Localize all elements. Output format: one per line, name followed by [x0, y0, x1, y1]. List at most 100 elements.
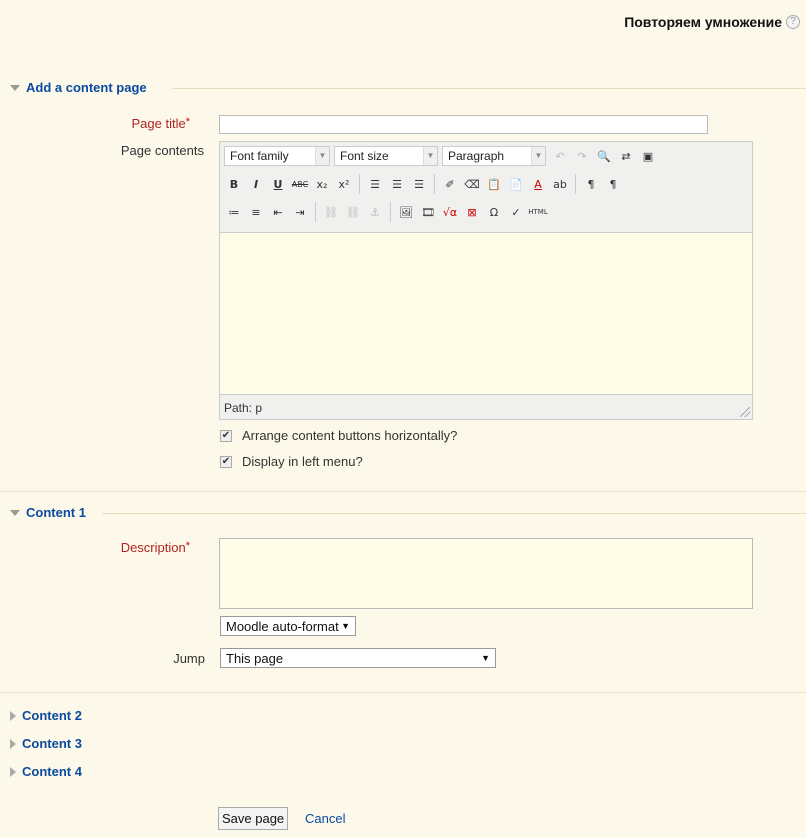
- link-icon[interactable]: ⛓: [321, 202, 341, 222]
- spellcheck-icon[interactable]: ✓: [506, 202, 526, 222]
- redo-icon[interactable]: ↷: [572, 146, 592, 166]
- page-heading-title: Повторяем умножение: [624, 14, 782, 30]
- jump-select-value: This page: [226, 650, 284, 666]
- rich-text-editor: Font family ▼ Font size ▼ Paragraph ▼ ↶ ↷ 🔍…: [219, 141, 753, 420]
- resize-handle-icon[interactable]: [740, 407, 750, 417]
- media-icon[interactable]: 🎞: [418, 202, 438, 222]
- page-title-label: Page title*: [0, 116, 190, 131]
- numbered-list-icon[interactable]: ≡: [246, 202, 266, 222]
- editor-content-area[interactable]: [220, 232, 752, 395]
- section-content-2-title: Content 2: [22, 708, 82, 723]
- unlink-icon[interactable]: ⛓: [343, 202, 363, 222]
- description-textarea[interactable]: [219, 538, 753, 609]
- nolink-icon[interactable]: ⊠: [462, 202, 482, 222]
- font-size-select[interactable]: Font size ▼: [334, 146, 438, 166]
- font-family-value: Font family: [230, 149, 289, 163]
- format-select-value: Moodle auto-format: [226, 618, 339, 634]
- italic-icon[interactable]: I: [246, 174, 266, 194]
- editor-path: Path: p: [224, 401, 263, 415]
- jump-select[interactable]: This page ▼: [220, 648, 496, 668]
- arrange-horizontally-checkbox[interactable]: ✔: [220, 429, 232, 442]
- html-source-icon[interactable]: HTML: [528, 202, 548, 222]
- rtl-icon[interactable]: ¶: [603, 174, 623, 194]
- chevron-down-icon: ▼: [341, 621, 350, 631]
- cancel-link[interactable]: Cancel: [305, 811, 345, 826]
- anchor-icon[interactable]: ⚓: [365, 202, 385, 222]
- editor-toolbar-row-2: B I U ABC x₂ x² ☰ ☰ ☰ ✐ ⌫ 📋 📄 A ab ¶ ¶: [220, 170, 752, 198]
- eraser-icon[interactable]: ⌫: [462, 174, 482, 194]
- arrange-horizontally-row: ✔ Arrange content buttons horizontally?: [220, 428, 457, 443]
- page-title-label-text: Page title: [131, 116, 186, 131]
- align-left-icon[interactable]: ☰: [365, 174, 385, 194]
- cleanup-icon[interactable]: ✐: [440, 174, 460, 194]
- equation-icon[interactable]: √α: [440, 202, 460, 222]
- display-left-menu-checkbox[interactable]: ✔: [220, 455, 232, 468]
- section-divider: [102, 513, 806, 514]
- superscript-icon[interactable]: x²: [334, 174, 354, 194]
- underline-icon[interactable]: U: [268, 174, 288, 194]
- section-content-1[interactable]: Content 1: [10, 505, 86, 520]
- editor-toolbar-row-1: Font family ▼ Font size ▼ Paragraph ▼ ↶ ↷ 🔍…: [220, 142, 752, 170]
- bullet-list-icon[interactable]: ≔: [224, 202, 244, 222]
- text-color-icon[interactable]: A: [528, 174, 548, 194]
- expand-arrow-icon: [10, 738, 16, 749]
- chevron-down-icon: ▼: [531, 147, 545, 165]
- page-heading: Повторяем умножение ?: [624, 14, 800, 30]
- section-content-4[interactable]: Content 4: [10, 764, 82, 779]
- collapse-arrow-icon: [10, 509, 20, 516]
- outdent-icon[interactable]: ⇤: [268, 202, 288, 222]
- section-divider: [0, 692, 806, 693]
- section-content-3[interactable]: Content 3: [10, 736, 82, 751]
- chevron-down-icon: ▼: [315, 147, 329, 165]
- toolbar-separator: [434, 174, 435, 194]
- toolbar-separator: [359, 174, 360, 194]
- highlight-color-icon[interactable]: ab: [550, 174, 570, 194]
- fullscreen-icon[interactable]: ▣: [638, 146, 658, 166]
- required-marker: *: [185, 540, 190, 552]
- section-content-2[interactable]: Content 2: [10, 708, 82, 723]
- paste-text-icon[interactable]: 📋: [484, 174, 504, 194]
- editor-toolbar-row-3: ≔ ≡ ⇤ ⇥ ⛓ ⛓ ⚓ 🖼 🎞 √α ⊠ Ω ✓ HTML: [220, 198, 752, 226]
- indent-icon[interactable]: ⇥: [290, 202, 310, 222]
- arrange-horizontally-label: Arrange content buttons horizontally?: [242, 428, 458, 443]
- display-left-menu-row: ✔ Display in left menu?: [220, 454, 363, 469]
- toolbar-separator: [575, 174, 576, 194]
- special-char-icon[interactable]: Ω: [484, 202, 504, 222]
- expand-arrow-icon: [10, 766, 16, 777]
- section-content-3-title: Content 3: [22, 736, 82, 751]
- toolbar-separator: [315, 202, 316, 222]
- align-right-icon[interactable]: ☰: [409, 174, 429, 194]
- section-divider: [172, 88, 806, 89]
- image-icon[interactable]: 🖼: [396, 202, 416, 222]
- description-label: Description*: [0, 540, 190, 555]
- expand-arrow-icon: [10, 710, 16, 721]
- subscript-icon[interactable]: x₂: [312, 174, 332, 194]
- ltr-icon[interactable]: ¶: [581, 174, 601, 194]
- jump-label: Jump: [173, 651, 205, 666]
- font-family-select[interactable]: Font family ▼: [224, 146, 330, 166]
- bold-icon[interactable]: B: [224, 174, 244, 194]
- collapse-arrow-icon: [10, 84, 20, 91]
- toolbar-separator: [390, 202, 391, 222]
- strikethrough-icon[interactable]: ABC: [290, 174, 310, 194]
- paragraph-select[interactable]: Paragraph ▼: [442, 146, 546, 166]
- paste-word-icon[interactable]: 📄: [506, 174, 526, 194]
- page-title-input[interactable]: [219, 115, 708, 134]
- replace-icon[interactable]: ⇄: [616, 146, 636, 166]
- chevron-down-icon: ▼: [481, 653, 490, 663]
- section-divider: [0, 491, 806, 492]
- page-contents-label: Page contents: [120, 143, 204, 158]
- find-icon[interactable]: 🔍: [594, 146, 614, 166]
- save-page-button[interactable]: Save page: [218, 807, 289, 830]
- undo-icon[interactable]: ↶: [550, 146, 570, 166]
- font-size-value: Font size: [340, 149, 389, 163]
- section-add-content-page-title: Add a content page: [26, 80, 147, 95]
- help-icon[interactable]: ?: [786, 15, 800, 29]
- section-content-1-title: Content 1: [26, 505, 86, 520]
- display-left-menu-label: Display in left menu?: [242, 454, 363, 469]
- section-add-content-page[interactable]: Add a content page: [10, 80, 147, 95]
- paragraph-value: Paragraph: [448, 149, 505, 163]
- align-center-icon[interactable]: ☰: [387, 174, 407, 194]
- description-label-text: Description: [120, 540, 186, 555]
- format-select[interactable]: Moodle auto-format ▼: [220, 616, 356, 636]
